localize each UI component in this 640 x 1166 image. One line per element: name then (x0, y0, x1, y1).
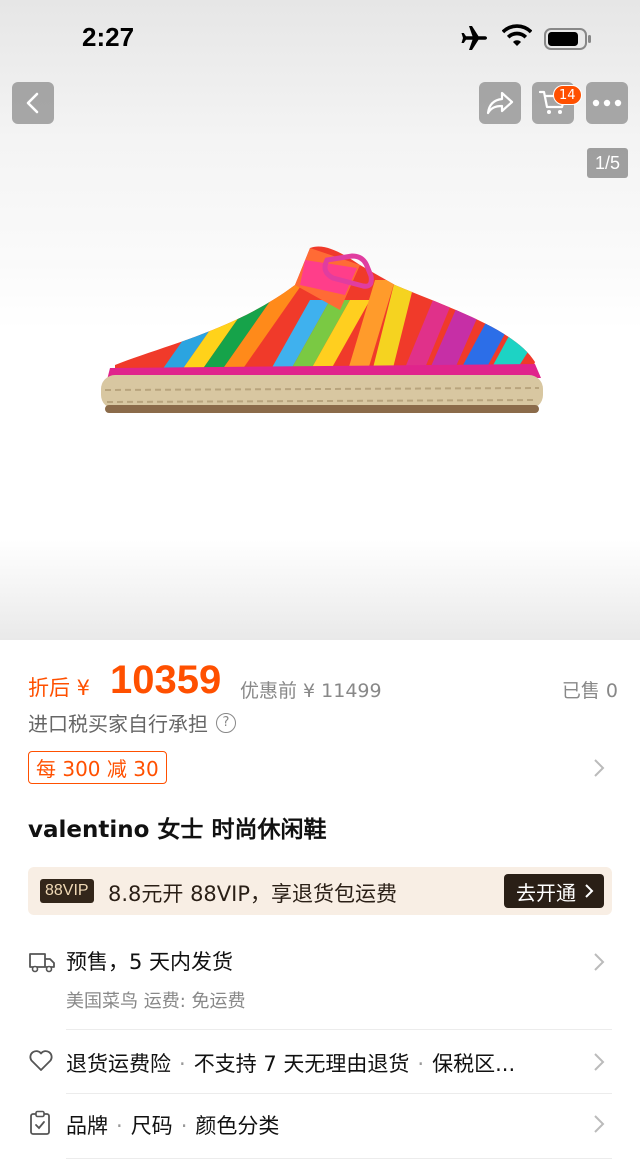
chevron-right-icon (594, 1115, 605, 1133)
import-tax-note[interactable]: 进口税买家自行承担 ? (28, 708, 236, 737)
share-button[interactable] (479, 82, 521, 124)
cart-count-badge: 14 (553, 85, 582, 105)
param-item: 品牌 (66, 1114, 108, 1138)
status-time: 2:27 (82, 22, 135, 52)
service-item: 退货运费险 (66, 1052, 171, 1076)
params-row[interactable]: 品牌 · 尺码 · 颜色分类 (28, 1108, 612, 1144)
shipping-row[interactable]: 预售，5 天内发货 美国菜鸟 运费: 免运费 (28, 942, 612, 1014)
battery-icon (544, 28, 592, 54)
shipping-main: 预售，5 天内发货 (66, 950, 234, 974)
chevron-right-icon (585, 884, 594, 898)
service-row[interactable]: 退货运费险 · 不支持 7 天无理由退货 · 保税区... (28, 1046, 612, 1082)
vip-banner[interactable]: 88VIP 8.8元开 88VIP，享退货包运费 去开通 (28, 867, 612, 915)
chevron-right-icon[interactable] (592, 758, 606, 778)
vip-badge: 88VIP (40, 879, 94, 903)
chevron-right-icon (594, 953, 605, 971)
shipping-sub: 美国菜鸟 运费: 免运费 (66, 991, 246, 1012)
param-item: 颜色分类 (195, 1114, 280, 1138)
discounted-price: 10359 (110, 658, 222, 702)
more-dots-icon (592, 99, 622, 107)
gallery-page-indicator: 1/5 (587, 148, 628, 178)
truck-icon (29, 953, 55, 973)
clipboard-icon (30, 1110, 50, 1135)
vip-promo-text: 8.8元开 88VIP，享退货包运费 (108, 882, 398, 906)
divider (66, 1093, 612, 1094)
coupon-tag[interactable]: 每 300 减 30 (28, 751, 167, 784)
sold-count: 已售 0 (561, 680, 618, 702)
product-image (101, 246, 543, 413)
service-item: 不支持 7 天无理由退货 (193, 1052, 410, 1076)
tax-note-text: 进口税买家自行承担 (28, 712, 208, 736)
help-icon[interactable]: ? (216, 712, 236, 733)
price-prefix: 折后 ¥ (28, 676, 91, 700)
chevron-left-icon (26, 92, 39, 114)
wifi-icon (501, 24, 533, 54)
status-bar: 2:27 (0, 0, 640, 80)
divider (66, 1029, 612, 1030)
more-button[interactable] (586, 82, 628, 124)
vip-join-label: 去开通 (516, 880, 576, 905)
airplane-icon (460, 24, 490, 56)
heart-icon (29, 1050, 53, 1071)
product-title: valentino 女士 时尚休闲鞋 (28, 817, 327, 843)
original-price: 优惠前 ¥ 11499 (240, 680, 382, 702)
back-button[interactable] (12, 82, 54, 124)
params-list: 品牌 · 尺码 · 颜色分类 (66, 1114, 280, 1138)
service-list: 退货运费险 · 不支持 7 天无理由退货 · 保税区... (66, 1052, 516, 1076)
price-row: 折后 ¥ 10359 优惠前 ¥ 11499 已售 0 (28, 658, 618, 708)
chevron-right-icon (594, 1053, 605, 1071)
vip-join-button[interactable]: 去开通 (504, 874, 604, 908)
param-item: 尺码 (130, 1114, 173, 1138)
product-gallery[interactable]: 2:27 14 1/5 (0, 0, 640, 640)
divider (66, 1158, 612, 1159)
service-item: 保税区... (432, 1052, 516, 1076)
share-icon (486, 91, 514, 115)
